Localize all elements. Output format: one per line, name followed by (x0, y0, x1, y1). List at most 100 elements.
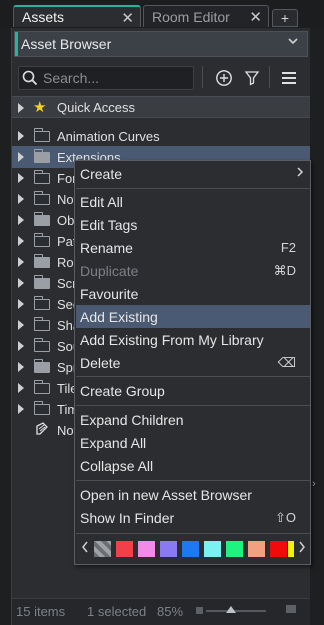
menu-separator (76, 376, 310, 377)
expand-arrow-icon[interactable] (18, 103, 24, 113)
tab-room-editor[interactable]: Room Editor ✕ (143, 5, 269, 27)
toolbar-divider (269, 66, 270, 88)
menu-item-label: Add Existing (80, 308, 158, 325)
side-strip (310, 28, 324, 625)
folder-icon (34, 170, 50, 184)
folder-icon (34, 296, 50, 310)
chevron-right-icon[interactable] (298, 540, 306, 557)
zoom-level: 85% (157, 604, 184, 619)
menu-item-label: Show In Finder (80, 509, 175, 526)
expand-arrow-icon[interactable] (18, 215, 24, 225)
expand-arrow-icon[interactable] (18, 404, 24, 414)
menu-item-rename[interactable]: Rename F2 (76, 236, 310, 259)
expand-arrow-icon[interactable] (18, 341, 24, 351)
close-icon[interactable]: ✕ (249, 8, 262, 26)
search-input[interactable]: Search... (18, 66, 194, 90)
tab-bar: Assets ✕ Room Editor ✕ + (0, 0, 324, 28)
menu-item-open-new-browser[interactable]: Open in new Asset Browser (76, 483, 310, 506)
menu-item-edit-all[interactable]: Edit All (76, 190, 310, 213)
menu-item-label: Create Group (80, 382, 165, 399)
folder-icon (34, 317, 50, 331)
menu-item-create[interactable]: Create (76, 162, 310, 185)
folder-icon (34, 338, 50, 352)
menu-item-label: Expand Children (80, 411, 184, 428)
selection-count: 1 selected (87, 604, 147, 619)
quick-access-row[interactable]: ★ Quick Access (12, 96, 310, 118)
chevron-left-icon[interactable] (81, 540, 89, 557)
expand-arrow-icon[interactable] (18, 299, 24, 309)
expand-arrow-icon[interactable] (18, 194, 24, 204)
menu-item-collapse-all[interactable]: Collapse All (76, 454, 310, 477)
folder-icon (34, 233, 50, 247)
menu-item-expand-all[interactable]: Expand All (76, 431, 310, 454)
menu-separator (76, 405, 310, 406)
color-swatch[interactable] (182, 541, 199, 557)
menu-icon[interactable] (278, 67, 300, 89)
menu-item-add-existing[interactable]: Add Existing (76, 305, 310, 328)
expand-arrow-icon[interactable] (18, 173, 24, 183)
menu-item-label: Open in new Asset Browser (80, 486, 252, 503)
zoom-slider-thumb[interactable] (226, 606, 236, 613)
star-icon: ★ (33, 99, 47, 116)
tab-assets[interactable]: Assets ✕ (13, 5, 141, 27)
color-swatch[interactable] (248, 541, 265, 557)
toolbar-divider (202, 66, 203, 88)
browser-selector[interactable]: Asset Browser (14, 31, 308, 57)
folder-icon (34, 128, 50, 142)
accent-bar (15, 32, 18, 56)
expand-arrow-icon[interactable] (18, 257, 24, 267)
color-swatch[interactable] (204, 541, 221, 557)
color-swatch[interactable] (160, 541, 177, 557)
close-icon[interactable]: ✕ (121, 9, 134, 27)
menu-item-label: Collapse All (80, 457, 154, 474)
chevron-down-icon (287, 35, 299, 50)
menu-item-create-group[interactable]: Create Group (76, 379, 310, 402)
expand-arrow-icon[interactable] (18, 362, 24, 372)
add-icon[interactable] (213, 67, 235, 89)
menu-item-label: Favourite (80, 285, 139, 302)
menu-separator (76, 188, 310, 189)
filter-icon[interactable] (241, 67, 263, 89)
add-tab-button[interactable]: + (272, 9, 298, 27)
color-swatch[interactable] (116, 541, 133, 557)
shortcut-label: ⌫ (277, 354, 296, 370)
menu-item-edit-tags[interactable]: Edit Tags (76, 213, 310, 236)
menu-item-duplicate[interactable]: Duplicate ⌘D (76, 259, 310, 282)
expand-arrow-icon[interactable] (18, 278, 24, 288)
zoom-out-icon[interactable] (196, 607, 203, 614)
expand-arrow-icon[interactable] (18, 383, 24, 393)
menu-item-add-existing-library[interactable]: Add Existing From My Library (76, 328, 310, 351)
tree-item-animation-curves[interactable]: Animation Curves (12, 125, 310, 147)
menu-item-label: Edit All (80, 193, 123, 210)
chevron-right-icon[interactable]: › (312, 478, 316, 490)
browser-selector-label: Asset Browser (21, 36, 112, 52)
note-icon (34, 421, 50, 440)
expand-arrow-icon[interactable] (18, 152, 24, 162)
expand-arrow-icon[interactable] (18, 236, 24, 246)
menu-item-expand-children[interactable]: Expand Children (76, 408, 310, 431)
tab-room-editor-label: Room Editor (152, 8, 230, 25)
folder-icon (34, 254, 50, 268)
zoom-slider[interactable] (206, 610, 266, 612)
menu-item-delete[interactable]: Delete ⌫ (76, 351, 310, 374)
color-swatch[interactable] (226, 541, 243, 557)
color-swatch[interactable] (270, 541, 287, 557)
tree-item-label: Animation Curves (57, 128, 160, 144)
menu-item-favourite[interactable]: Favourite (76, 282, 310, 305)
menu-item-label: Rename (80, 239, 133, 256)
expand-arrow-icon[interactable] (18, 131, 24, 141)
menu-item-label: Delete (80, 354, 121, 371)
folder-icon (34, 149, 50, 163)
color-swatch[interactable] (288, 541, 294, 557)
color-swatch-none[interactable] (94, 541, 111, 557)
search-icon (22, 70, 38, 86)
folder-icon (34, 359, 50, 373)
expand-arrow-icon[interactable] (18, 320, 24, 330)
menu-item-label: Create (80, 165, 123, 182)
menu-item-label: Expand All (80, 434, 147, 451)
zoom-in-icon[interactable] (286, 605, 296, 613)
menu-item-show-in-finder[interactable]: Show In Finder ⇧O (76, 506, 310, 529)
folder-icon (34, 212, 50, 226)
color-swatch-row (76, 537, 310, 561)
color-swatch[interactable] (138, 541, 155, 557)
